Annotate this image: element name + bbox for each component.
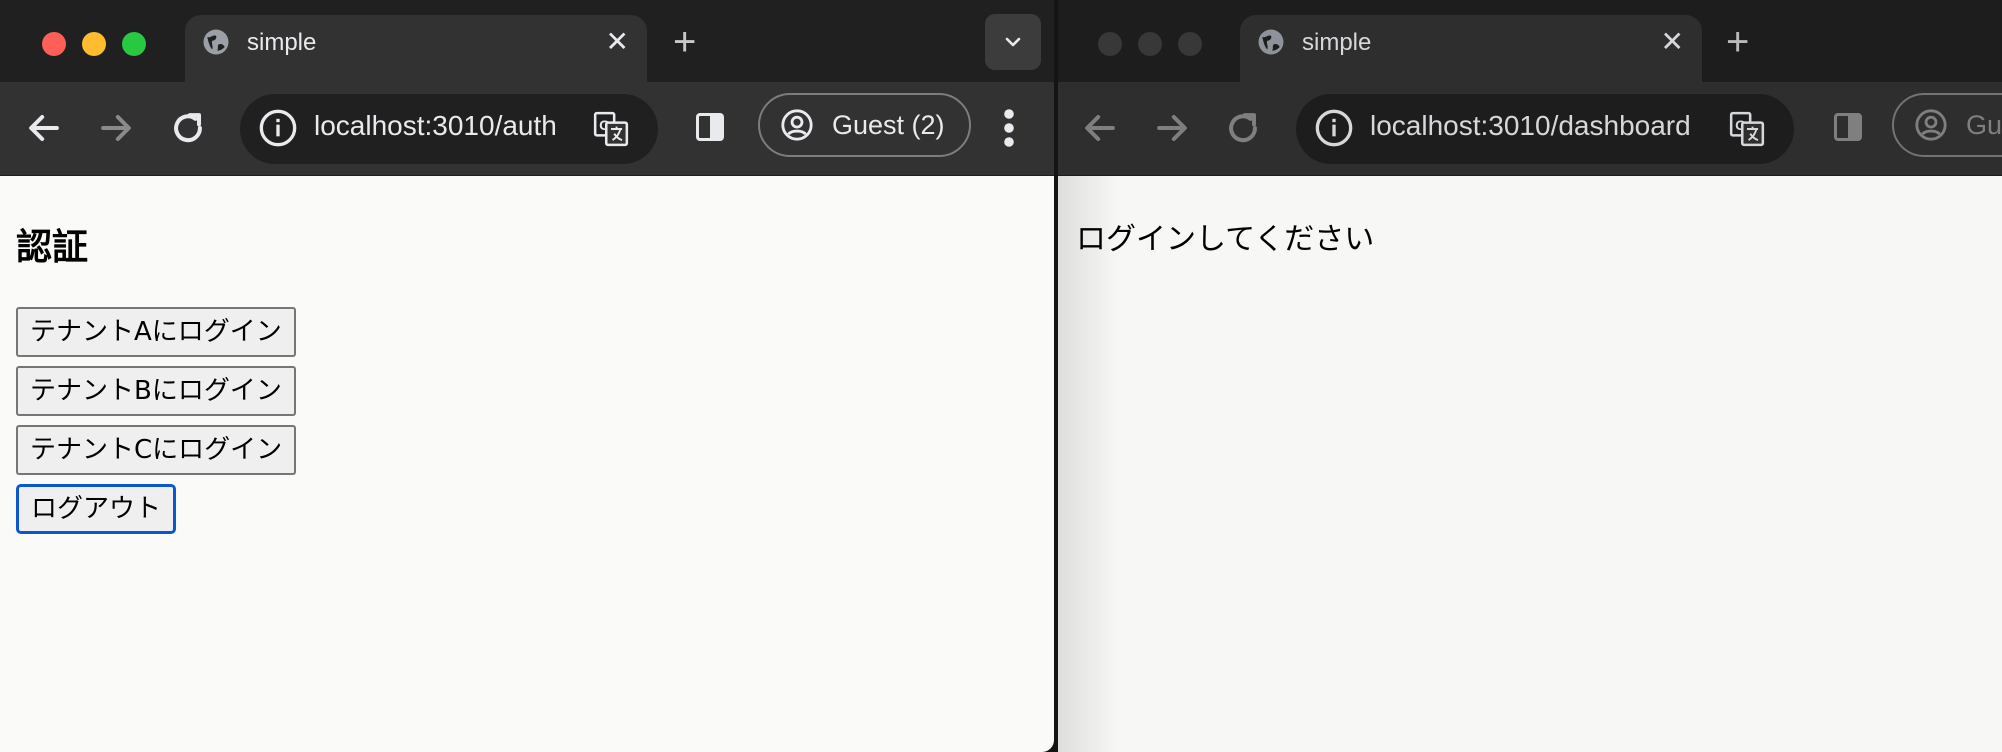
login-tenant-a-button[interactable]: テナントAにログイン: [16, 307, 296, 357]
tab-title: simple: [1302, 29, 1372, 56]
tab-title: simple: [247, 29, 317, 56]
tab-simple[interactable]: simple ✕: [1240, 15, 1702, 82]
login-tenant-b-button[interactable]: テナントBにログイン: [16, 366, 296, 416]
url-text: localhost:3010/auth: [314, 110, 557, 141]
forward-arrow-icon[interactable]: [94, 106, 138, 150]
globe-icon: [203, 29, 229, 55]
side-panel-icon[interactable]: [695, 112, 725, 142]
translate-icon[interactable]: G: [1728, 110, 1766, 148]
profile-button[interactable]: Guest (2): [758, 93, 971, 157]
profile-button[interactable]: Gu: [1892, 93, 2002, 157]
new-tab-button[interactable]: +: [673, 22, 696, 62]
page-content: 認証 テナントAにログイン テナントBにログイン テナントCにログイン ログアウ…: [0, 176, 1054, 752]
reload-icon[interactable]: [166, 106, 210, 150]
site-info-icon[interactable]: [1314, 108, 1354, 148]
left-browser-window: simple ✕ + localhost:3010/auth G Guest (…: [0, 0, 1054, 752]
page-title: 認証: [16, 226, 89, 268]
minimize-window-button[interactable]: [82, 32, 106, 56]
side-panel-icon[interactable]: [1833, 112, 1863, 142]
page-content: ログインしてください: [1058, 176, 2002, 752]
avatar-icon: [1915, 109, 1947, 141]
close-icon[interactable]: ✕: [1661, 25, 1684, 59]
window-shadow: [1058, 176, 1118, 752]
toolbar: localhost:3010/dashboard G Gu: [1058, 82, 2002, 176]
right-browser-window: simple ✕ + localhost:3010/dashboard G Gu…: [1058, 0, 2002, 752]
tab-search-button[interactable]: [985, 14, 1041, 70]
login-tenant-c-button[interactable]: テナントCにログイン: [16, 425, 297, 475]
close-window-button[interactable]: [42, 32, 66, 56]
avatar-icon: [781, 109, 813, 141]
back-arrow-icon[interactable]: [1078, 106, 1122, 150]
translate-icon[interactable]: G: [592, 110, 630, 148]
address-bar[interactable]: localhost:3010/auth G: [240, 94, 658, 164]
back-arrow-icon[interactable]: [22, 106, 66, 150]
address-bar[interactable]: localhost:3010/dashboard G: [1296, 94, 1794, 164]
new-tab-button[interactable]: +: [1726, 22, 1749, 62]
url-text: localhost:3010/dashboard: [1370, 110, 1691, 141]
toolbar: localhost:3010/auth G Guest (2): [0, 82, 1054, 176]
close-window-button[interactable]: [1098, 32, 1122, 56]
chevron-down-icon: [1005, 37, 1021, 47]
login-prompt-message: ログインしてください: [1076, 222, 1375, 257]
minimize-window-button[interactable]: [1138, 32, 1162, 56]
tab-simple[interactable]: simple ✕: [185, 15, 647, 82]
logout-button[interactable]: ログアウト: [16, 484, 177, 534]
close-icon[interactable]: ✕: [606, 25, 629, 59]
zoom-window-button[interactable]: [122, 32, 146, 56]
profile-label: Guest (2): [832, 110, 945, 140]
more-menu-icon[interactable]: [999, 106, 1019, 150]
zoom-window-button[interactable]: [1178, 32, 1202, 56]
globe-icon: [1258, 29, 1284, 55]
profile-label: Gu: [1966, 110, 2002, 140]
site-info-icon[interactable]: [258, 108, 298, 148]
tab-strip: simple ✕ +: [1058, 0, 2002, 82]
reload-icon[interactable]: [1221, 106, 1265, 150]
forward-arrow-icon[interactable]: [1150, 106, 1194, 150]
tab-strip: simple ✕ +: [0, 0, 1054, 82]
